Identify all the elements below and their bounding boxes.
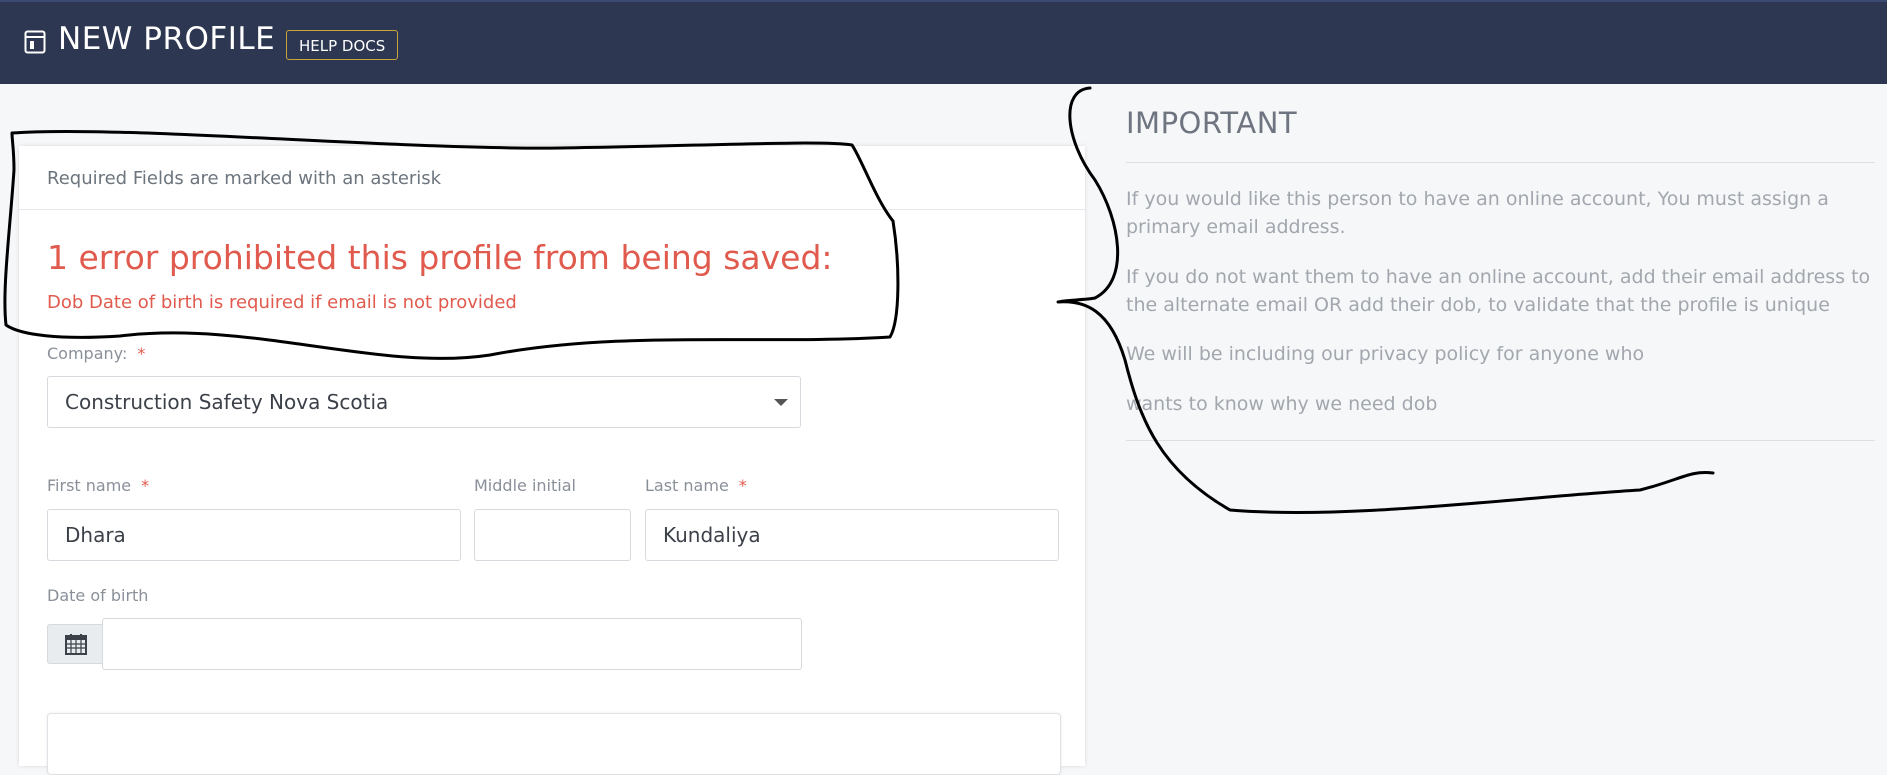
first-name-input[interactable]: Dhara [47, 509, 461, 561]
middle-initial-input[interactable] [474, 509, 631, 561]
date-of-birth-label-text: Date of birth [47, 586, 149, 605]
form-page-icon [24, 30, 46, 54]
calendar-icon [65, 634, 87, 655]
required-fields-note: Required Fields are marked with an aster… [47, 168, 442, 189]
first-name-label: First name * [47, 476, 149, 495]
last-name-label: Last name * [645, 476, 747, 495]
company-label-text: Company: [47, 344, 128, 363]
important-divider-top [1126, 162, 1875, 163]
email-section-card [47, 713, 1061, 775]
middle-initial-label-text: Middle initial [474, 476, 576, 495]
top-header-bar: NEW PROFILE HELP DOCS [0, 0, 1887, 84]
important-paragraph: We will be including our privacy policy … [1126, 343, 1645, 365]
chevron-down-icon [774, 399, 788, 406]
required-asterisk: * [141, 476, 150, 495]
error-title: 1 error prohibited this profile from bei… [47, 238, 833, 277]
last-name-value: Kundaliya [663, 523, 761, 547]
date-of-birth-label: Date of birth [47, 586, 148, 605]
important-heading: IMPORTANT [1126, 106, 1298, 140]
last-name-label-text: Last name [645, 476, 729, 495]
last-name-input[interactable]: Kundaliya [645, 509, 1059, 561]
first-name-label-text: First name [47, 476, 132, 495]
required-asterisk: * [738, 476, 747, 495]
page-title: NEW PROFILE [58, 21, 276, 57]
profile-form-card: Required Fields are marked with an aster… [19, 146, 1085, 775]
date-of-birth-input[interactable] [102, 618, 802, 670]
error-message: Dob Date of birth is required if email i… [47, 292, 517, 313]
middle-initial-label: Middle initial [474, 476, 576, 495]
first-name-value: Dhara [65, 523, 126, 547]
card-divider [19, 209, 1085, 210]
company-select-value: Construction Safety Nova Scotia [65, 390, 389, 414]
important-paragraph: If you do not want them to have an onlin… [1126, 266, 1871, 316]
important-paragraph: wants to know why we need dob [1126, 393, 1438, 415]
company-select[interactable]: Construction Safety Nova Scotia [47, 376, 801, 428]
important-divider-bottom [1126, 440, 1875, 441]
required-asterisk: * [137, 344, 146, 363]
company-label: Company: * [47, 344, 145, 363]
calendar-button[interactable] [47, 624, 103, 664]
help-docs-button[interactable]: HELP DOCS [286, 30, 399, 60]
important-paragraph: If you would like this person to have an… [1126, 188, 1829, 238]
